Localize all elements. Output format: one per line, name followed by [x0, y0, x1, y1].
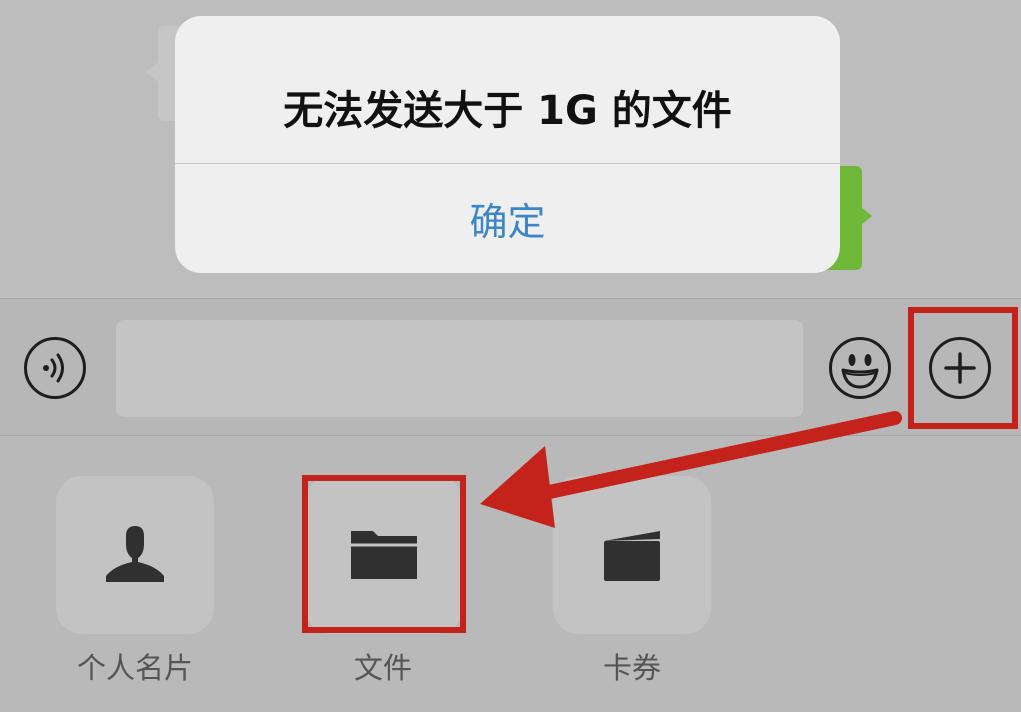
- wallet-icon: [604, 531, 660, 581]
- received-bubble-tail: [146, 62, 158, 82]
- panel-item-contact-card[interactable]: [56, 476, 214, 634]
- panel-item-contact-card-label: 个人名片: [76, 651, 193, 685]
- panel-item-file-label: 文件: [353, 651, 412, 685]
- panel-item-card-coupon[interactable]: [553, 476, 711, 634]
- more-functions-button[interactable]: [929, 337, 991, 399]
- person-icon: [106, 526, 164, 582]
- plus-circle-icon: [944, 352, 976, 384]
- panel-item-file[interactable]: [305, 476, 463, 634]
- folder-icon: [351, 531, 417, 579]
- confirm-button[interactable]: 确定: [175, 164, 840, 273]
- message-text-input[interactable]: [116, 320, 803, 417]
- voice-input-button[interactable]: [24, 337, 86, 399]
- panel-item-card-coupon-label: 卡券: [602, 651, 661, 685]
- voice-wave-icon: [43, 353, 64, 383]
- alert-message: 无法发送大于 1G 的文件: [283, 88, 732, 134]
- smiley-face-icon: [841, 354, 879, 389]
- sent-bubble-tail: [860, 206, 872, 226]
- emoji-button[interactable]: [829, 337, 891, 399]
- alert-dialog: 无法发送大于 1G 的文件 确定: [175, 16, 840, 273]
